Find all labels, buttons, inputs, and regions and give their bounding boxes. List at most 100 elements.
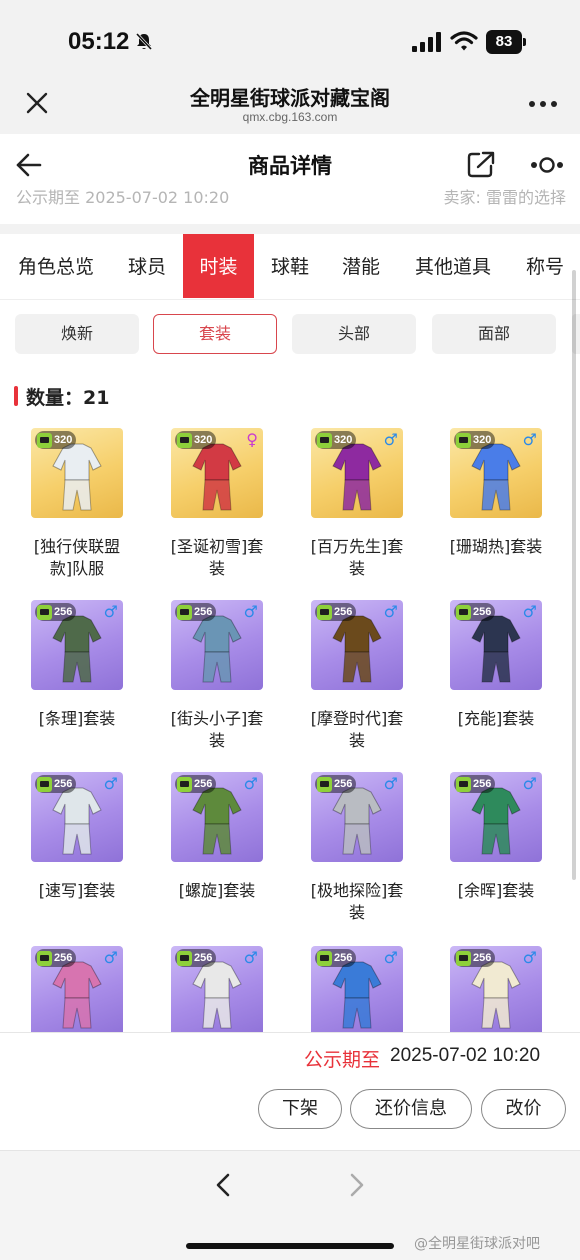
- value-badge: 256: [315, 949, 357, 967]
- outfit-name-line1: [圣诞初雪]套: [170, 537, 264, 556]
- subtab-new[interactable]: 焕新: [15, 314, 139, 354]
- outfit-name-line1: [余晖]套装: [457, 881, 535, 900]
- outfit-name: [条理]套装: [7, 708, 147, 730]
- value-number: 256: [473, 952, 492, 964]
- subtab-face[interactable]: 面部: [432, 314, 556, 354]
- outfit-thumbnail: 256 ♂: [31, 600, 123, 690]
- male-icon: ♂: [243, 774, 258, 793]
- male-icon: ♂: [522, 430, 537, 449]
- peek-row: 公示期至 2025-07-02 10:20 卖家: 雷雷的选择: [0, 180, 580, 224]
- value-gem-icon: [456, 776, 471, 792]
- item-grid: 数量：21 320 [独行侠联盟 款]队服 320 ♀ [圣诞初雪]套装 320 ♂ [百万先生…: [0, 370, 580, 1032]
- subtab-suit[interactable]: 套装: [153, 314, 277, 354]
- value-number: 320: [54, 434, 73, 446]
- tab-shoes[interactable]: 球鞋: [254, 234, 326, 298]
- male-icon: ♂: [522, 602, 537, 621]
- value-number: 256: [54, 606, 73, 618]
- tab-titles[interactable]: 称号: [510, 234, 580, 298]
- tab-overview[interactable]: 角色总览: [0, 234, 112, 298]
- nav-forward-icon[interactable]: [342, 1171, 370, 1199]
- male-icon: ♂: [103, 774, 118, 793]
- outfit-thumbnail: 256 ♂: [31, 946, 123, 1032]
- value-number: 256: [194, 606, 213, 618]
- tab-fashion[interactable]: 时装: [183, 234, 254, 298]
- outfit-name: [圣诞初雪]套装: [147, 536, 287, 580]
- wifi-icon: [450, 31, 478, 51]
- outfit-thumbnail: 256 ♂: [311, 772, 403, 862]
- value-badge: 256: [175, 949, 217, 967]
- value-gem-icon: [317, 432, 332, 448]
- outfit-thumbnail: 256 ♂: [450, 946, 542, 1032]
- tab-potential[interactable]: 潜能: [326, 234, 396, 298]
- value-number: 320: [194, 434, 213, 446]
- browser-bar: 全明星街球派对藏宝阁 qmx.cbg.163.com: [0, 70, 580, 132]
- value-gem-icon: [37, 776, 52, 792]
- outfit-name-line2: 款]队服: [49, 559, 105, 578]
- value-badge: 320: [35, 431, 77, 449]
- outfit-thumbnail: 256 ♂: [31, 772, 123, 862]
- counter-offer-button[interactable]: 还价信息: [350, 1089, 472, 1129]
- outfit-thumbnail: 320 ♂: [311, 428, 403, 518]
- item-count: 数量：21: [26, 387, 110, 409]
- value-badge: 256: [35, 775, 77, 793]
- value-gem-icon: [456, 604, 471, 620]
- value-number: 256: [54, 952, 73, 964]
- male-icon: ♂: [383, 948, 398, 967]
- home-indicator: [186, 1243, 394, 1249]
- value-badge: 320: [315, 431, 357, 449]
- subtab-head[interactable]: 头部: [292, 314, 416, 354]
- male-icon: ♂: [383, 430, 398, 449]
- value-badge: 320: [175, 431, 217, 449]
- scrollbar[interactable]: [572, 270, 576, 880]
- share-icon[interactable]: [466, 150, 496, 180]
- outfit-name-line1: [螺旋]套装: [178, 881, 256, 900]
- delist-button[interactable]: 下架: [258, 1089, 342, 1129]
- outfit-name: [摩登时代]套装: [287, 708, 427, 752]
- male-icon: ♂: [103, 948, 118, 967]
- outfit-name: [珊瑚热]套装: [426, 536, 566, 558]
- value-badge: 256: [454, 949, 496, 967]
- outfit-name: [螺旋]套装: [147, 880, 287, 902]
- value-badge: 256: [35, 949, 77, 967]
- value-gem-icon: [317, 776, 332, 792]
- peek-publicity: 公示期至 2025-07-02 10:20: [16, 188, 230, 207]
- outfit-thumbnail: 320: [31, 428, 123, 518]
- outfit-thumbnail: 256 ♂: [171, 772, 263, 862]
- value-number: 320: [473, 434, 492, 446]
- count-marker: [14, 386, 18, 406]
- browser-nav: @全明星街球派对吧: [0, 1150, 580, 1260]
- outfit-name: [充能]套装: [426, 708, 566, 730]
- change-price-button[interactable]: 改价: [481, 1089, 566, 1129]
- value-number: 256: [334, 778, 353, 790]
- publicity-label: 公示期至: [304, 1049, 381, 1071]
- menu-icon[interactable]: [530, 154, 564, 176]
- male-icon: ♂: [522, 774, 537, 793]
- tab-players[interactable]: 球员: [112, 234, 182, 298]
- value-number: 256: [194, 952, 213, 964]
- value-gem-icon: [177, 776, 192, 792]
- value-badge: 256: [175, 775, 217, 793]
- outfit-name-line1: [充能]套装: [457, 709, 535, 728]
- more-icon[interactable]: [528, 100, 558, 108]
- outfit-name-line1: [百万先生]套: [310, 537, 404, 556]
- value-number: 256: [334, 952, 353, 964]
- outfit-name: [独行侠联盟 款]队服: [7, 536, 147, 580]
- value-badge: 256: [315, 603, 357, 621]
- battery-level: 83: [486, 30, 522, 54]
- value-number: 256: [473, 778, 492, 790]
- bell-muted-icon: [135, 32, 153, 51]
- value-gem-icon: [37, 432, 52, 448]
- value-gem-icon: [37, 604, 52, 620]
- outfit-name-line2: 装: [208, 731, 225, 750]
- outfit-name-line1: [街头小子]套: [170, 709, 264, 728]
- outfit-thumbnail: 320 ♀: [171, 428, 263, 518]
- outfit-thumbnail: 256 ♂: [311, 946, 403, 1032]
- outfit-name-line1: [珊瑚热]套装: [449, 537, 543, 556]
- outfit-name-line1: [摩登时代]套: [310, 709, 404, 728]
- sub-tabs: 焕新 套装 头部 面部: [0, 300, 580, 370]
- tab-other-items[interactable]: 其他道具: [396, 234, 510, 298]
- value-number: 256: [194, 778, 213, 790]
- male-icon: ♂: [103, 602, 118, 621]
- value-gem-icon: [177, 604, 192, 620]
- nav-back-icon[interactable]: [210, 1171, 238, 1199]
